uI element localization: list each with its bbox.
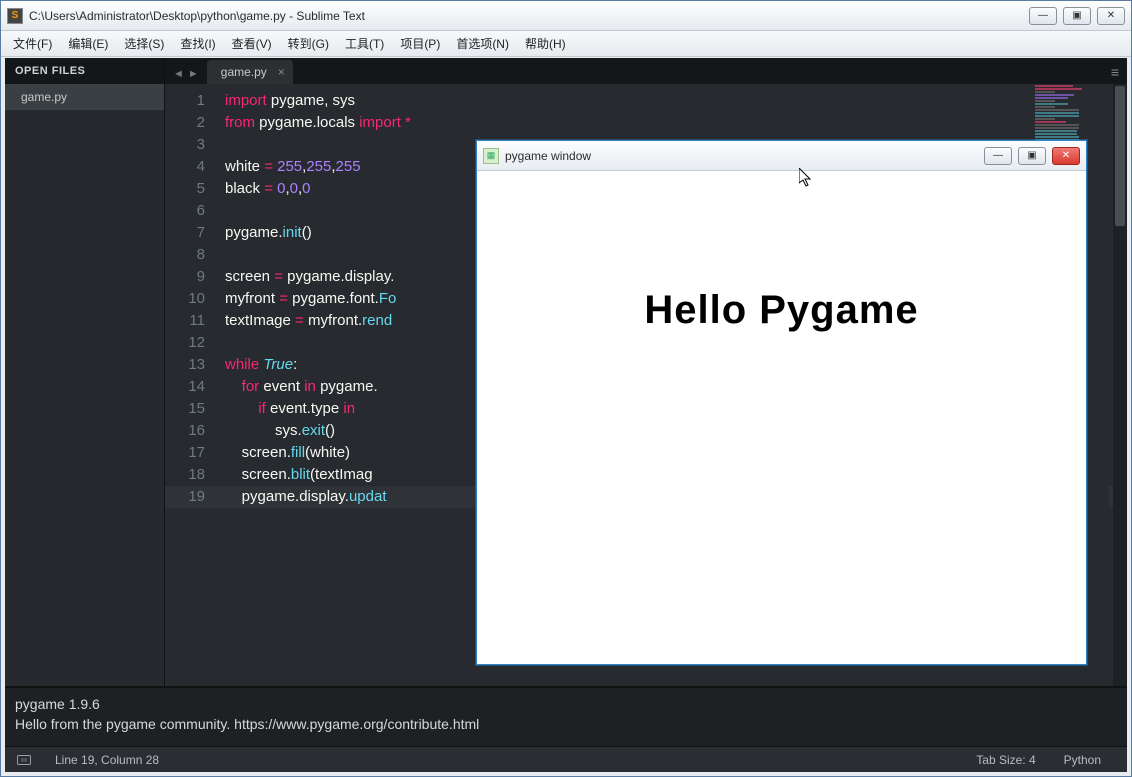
status-tabsize[interactable]: Tab Size: 4	[962, 753, 1049, 767]
sidebar-header: OPEN FILES	[5, 58, 164, 84]
pygame-maximize-button[interactable]: ▣	[1018, 147, 1046, 165]
tab-close-icon[interactable]: ×	[278, 65, 285, 79]
vertical-scrollbar[interactable]	[1113, 84, 1127, 686]
scrollbar-thumb[interactable]	[1115, 86, 1125, 226]
tab-prev-icon[interactable]: ◄	[173, 68, 184, 80]
pygame-minimize-button[interactable]: —	[984, 147, 1012, 165]
minimize-button[interactable]: —	[1029, 7, 1057, 25]
pygame-close-button[interactable]: ✕	[1052, 147, 1080, 165]
console-output[interactable]: pygame 1.9.6 Hello from the pygame commu…	[5, 686, 1127, 746]
maximize-button[interactable]: ▣	[1063, 7, 1091, 25]
pygame-titlebar[interactable]: ▦ pygame window — ▣ ✕	[477, 141, 1086, 171]
pygame-window-controls: — ▣ ✕	[984, 147, 1080, 165]
menubar: 文件(F) 编辑(E) 选择(S) 查找(I) 查看(V) 转到(G) 工具(T…	[1, 31, 1131, 57]
tabbar: ◄ ► game.py × ≡	[165, 58, 1127, 84]
menu-help[interactable]: 帮助(H)	[517, 32, 574, 55]
menu-view[interactable]: 查看(V)	[224, 32, 280, 55]
panel-switch-icon[interactable]	[17, 755, 31, 765]
close-button[interactable]: ✕	[1097, 7, 1125, 25]
status-position[interactable]: Line 19, Column 28	[41, 753, 173, 767]
tab-nav-arrows: ◄ ►	[165, 68, 207, 84]
sublime-icon: S	[7, 8, 23, 24]
titlebar[interactable]: S C:\Users\Administrator\Desktop\python\…	[1, 1, 1131, 31]
window-title: C:\Users\Administrator\Desktop\python\ga…	[29, 9, 1023, 23]
pygame-canvas: Hello Pygame	[479, 173, 1084, 662]
menu-goto[interactable]: 转到(G)	[280, 32, 337, 55]
sidebar: OPEN FILES game.py	[5, 58, 165, 686]
menu-file[interactable]: 文件(F)	[5, 32, 60, 55]
menu-find[interactable]: 查找(I)	[172, 32, 223, 55]
tab-label: game.py	[221, 65, 267, 79]
menu-project[interactable]: 项目(P)	[392, 32, 448, 55]
menu-edit[interactable]: 编辑(E)	[60, 32, 116, 55]
console-line-1: pygame 1.9.6	[15, 694, 1117, 714]
statusbar: Line 19, Column 28 Tab Size: 4 Python	[5, 746, 1127, 772]
console-line-2: Hello from the pygame community. https:/…	[15, 714, 1117, 734]
sidebar-item-game[interactable]: game.py	[5, 84, 164, 110]
pygame-window[interactable]: ▦ pygame window — ▣ ✕ Hello Pygame	[476, 140, 1087, 665]
line-gutter: 12345678910111213141516171819	[165, 84, 215, 686]
menu-tools[interactable]: 工具(T)	[337, 32, 392, 55]
hamburger-icon[interactable]: ≡	[1111, 64, 1119, 80]
tab-game[interactable]: game.py ×	[207, 60, 293, 84]
pygame-icon: ▦	[483, 148, 499, 164]
status-language[interactable]: Python	[1050, 753, 1115, 767]
menu-prefs[interactable]: 首选项(N)	[448, 32, 517, 55]
pygame-window-title: pygame window	[505, 149, 978, 163]
tab-next-icon[interactable]: ►	[188, 68, 199, 80]
window-controls: — ▣ ✕	[1029, 7, 1125, 25]
pygame-hello-text: Hello Pygame	[479, 288, 1084, 333]
menu-select[interactable]: 选择(S)	[116, 32, 172, 55]
